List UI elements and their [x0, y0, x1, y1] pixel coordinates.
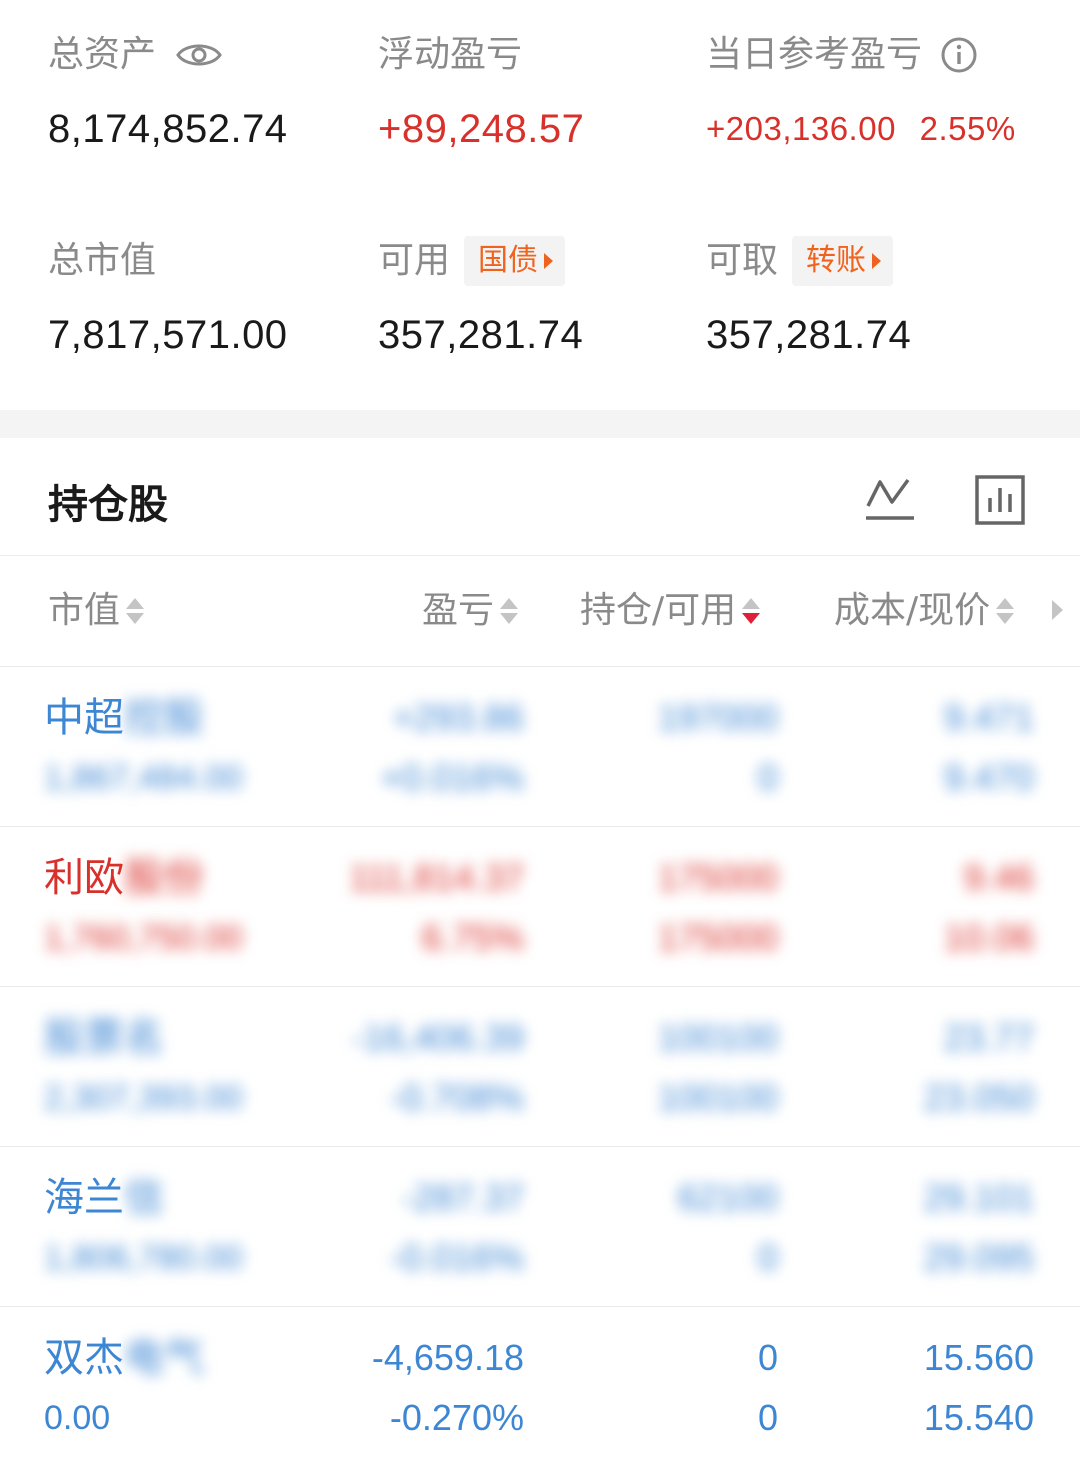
row-pl: -4,659.18: [371, 1337, 524, 1378]
table-row[interactable]: 双杰电气 0.00 -4,659.18 -0.270% 0 0 15.560 1…: [0, 1306, 1080, 1460]
total-assets-value: 8,174,852.74: [48, 107, 288, 151]
floating-pl-label: 浮动盈亏: [378, 34, 523, 75]
row-available: 0: [757, 757, 778, 798]
line-chart-icon[interactable]: [862, 472, 918, 528]
transfer-button[interactable]: 转账: [792, 236, 894, 286]
withdrawable-value: 357,281.74: [706, 313, 912, 357]
column-cost-price[interactable]: 成本/现价: [834, 586, 1015, 636]
sort-desc-icon: [742, 598, 761, 624]
withdrawable-cell: 可取 转账 357,281.74: [706, 236, 911, 360]
column-market-value[interactable]: 市值: [48, 586, 145, 636]
row-position: 62100: [677, 1177, 778, 1218]
bar-chart-icon[interactable]: [972, 472, 1028, 528]
market-value-cell: 总市值 7,817,571.00: [48, 236, 288, 360]
row-market-value: 1,760,750.00: [44, 919, 243, 957]
stock-name: 股票名: [44, 1015, 164, 1061]
eye-icon[interactable]: [176, 40, 222, 70]
table-row[interactable]: 海兰信 1,806,780.00 -287.37 -0.016% 62100 0…: [0, 1146, 1080, 1306]
more-columns-arrow-icon[interactable]: [1052, 600, 1063, 620]
column-position-available[interactable]: 持仓/可用: [580, 586, 761, 636]
row-price: 23.050: [923, 1077, 1034, 1118]
table-row[interactable]: 股票名 2,307,393.00 -16,406.39 -0.708% 1001…: [0, 986, 1080, 1146]
row-price: 29.095: [923, 1237, 1034, 1278]
row-pl: -16,406.39: [351, 1017, 524, 1058]
row-pl: 111,814.37: [349, 857, 524, 898]
available-value: 357,281.74: [378, 313, 584, 357]
row-pl: -287.37: [401, 1177, 524, 1218]
market-value-value: 7,817,571.00: [48, 313, 288, 357]
row-available: 175000: [657, 917, 778, 958]
row-position: 0: [757, 1337, 778, 1378]
stock-name: 利欧股份: [44, 855, 204, 901]
row-price: 15.540: [923, 1397, 1034, 1438]
row-available: 0: [757, 1397, 778, 1438]
sort-icon: [500, 598, 519, 624]
floating-pl-cell: 浮动盈亏 +89,248.57: [378, 30, 584, 154]
treasury-bond-label: 国债: [478, 243, 539, 278]
row-pl-pct: +0.016%: [380, 757, 524, 798]
row-pl-pct: -0.270%: [389, 1397, 524, 1438]
row-market-value: 1,806,780.00: [44, 1239, 243, 1277]
total-assets-label: 总资产: [48, 34, 157, 75]
row-cost: 15.560: [923, 1337, 1034, 1378]
row-position: 100100: [657, 1017, 778, 1058]
stock-name: 海兰信: [44, 1175, 164, 1221]
withdrawable-label: 可取: [706, 240, 779, 281]
row-cost: 23.77: [943, 1017, 1034, 1058]
stock-name: 中超控股: [44, 695, 204, 741]
market-value-label: 总市值: [48, 240, 157, 281]
column-profit-loss[interactable]: 盈亏: [422, 586, 519, 636]
floating-pl-value: +89,248.57: [378, 107, 585, 151]
sort-icon: [126, 598, 145, 624]
holdings-title: 持仓股: [48, 482, 168, 528]
row-pl-pct: -0.708%: [389, 1077, 524, 1118]
row-pl-pct: -0.016%: [389, 1237, 524, 1278]
row-cost: 9.46: [963, 857, 1034, 898]
daily-pl-percent: 2.55%: [919, 110, 1016, 147]
row-market-value: 1,867,484.00: [44, 759, 243, 797]
arrow-right-icon: [544, 253, 554, 269]
row-position: 175000: [657, 857, 778, 898]
table-row[interactable]: 利欧股份 1,760,750.00 111,814.37 6.75% 17500…: [0, 826, 1080, 986]
row-pl-pct: 6.75%: [421, 917, 524, 958]
stock-name: 双杰电气: [44, 1335, 204, 1381]
sort-icon: [996, 598, 1015, 624]
daily-pl-label: 当日参考盈亏: [706, 34, 923, 75]
row-price: 10.06: [943, 917, 1034, 958]
holdings-column-header: 市值 盈亏 持仓/可用 成本/现价: [0, 556, 1080, 666]
row-cost: 29.101: [923, 1177, 1034, 1218]
transfer-label: 转账: [806, 243, 867, 278]
row-cost: 9.471: [943, 697, 1034, 738]
total-assets-cell: 总资产 8,174,852.74: [48, 30, 288, 154]
row-position: 197000: [657, 697, 778, 738]
arrow-right-icon: [872, 253, 882, 269]
row-price: 9.470: [943, 757, 1034, 798]
row-market-value: 0.00: [44, 1399, 111, 1437]
available-label: 可用: [378, 240, 451, 281]
holdings-list: 中超控股 1,867,484.00 +293.86 +0.016% 197000…: [0, 666, 1080, 1460]
info-icon[interactable]: [940, 36, 978, 74]
table-row[interactable]: 中超控股 1,867,484.00 +293.86 +0.016% 197000…: [0, 666, 1080, 826]
account-summary: 总资产 8,174,852.74 浮动盈亏 +89,248.57 当日参考盈亏 …: [0, 0, 1080, 410]
holdings-header: 持仓股: [0, 438, 1080, 556]
section-divider: [0, 410, 1080, 438]
daily-pl-value: +203,136.00: [706, 110, 896, 147]
available-cell: 可用 国债 357,281.74: [378, 236, 583, 360]
row-market-value: 2,307,393.00: [44, 1079, 243, 1117]
row-available: 100100: [657, 1077, 778, 1118]
row-available: 0: [757, 1237, 778, 1278]
treasury-bond-button[interactable]: 国债: [464, 236, 566, 286]
row-pl: +293.86: [392, 697, 524, 738]
daily-pl-cell: 当日参考盈亏 +203,136.00 2.55%: [706, 30, 1016, 154]
